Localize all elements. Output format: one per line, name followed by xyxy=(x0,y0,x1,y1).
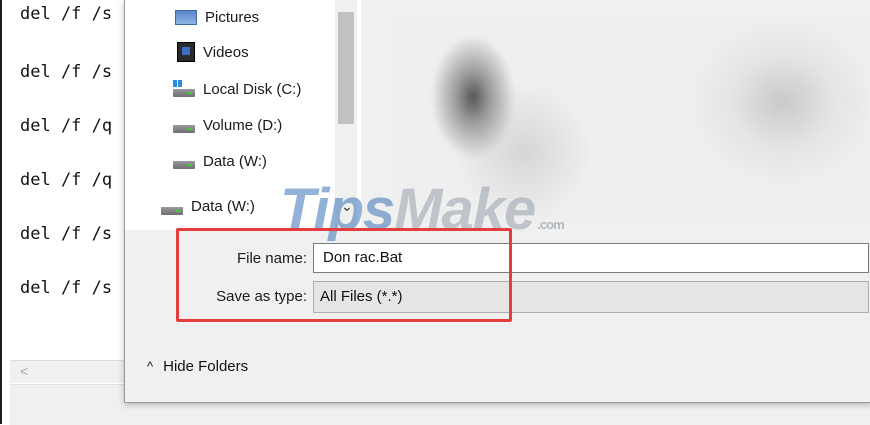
drive-icon xyxy=(161,206,183,215)
code-line[interactable]: del /f /q xyxy=(20,170,112,190)
code-line[interactable]: del /f /s xyxy=(20,62,112,82)
scroll-left-icon[interactable]: < xyxy=(20,363,28,379)
nav-item-volume-d[interactable]: Volume (D:) xyxy=(173,112,282,138)
videos-icon xyxy=(177,42,195,62)
code-line[interactable]: del /f /s xyxy=(20,4,112,24)
folder-dropdown-label: Data (W:) xyxy=(191,198,255,215)
nav-item-label: Videos xyxy=(203,43,249,61)
folder-dropdown[interactable]: Data (W:) ⌄ xyxy=(161,198,353,215)
scrollbar-thumb[interactable] xyxy=(338,12,354,124)
nav-item-label: Volume (D:) xyxy=(203,116,283,134)
chevron-up-icon: ^ xyxy=(147,359,154,374)
nav-item-label: Local Disk (C:) xyxy=(203,80,302,98)
local-disk-icon xyxy=(173,80,195,97)
nav-item-videos[interactable]: Videos xyxy=(177,39,249,65)
hide-folders-button[interactable]: ^ Hide Folders xyxy=(147,358,248,375)
nav-item-label: Data (W:) xyxy=(203,152,267,170)
horizontal-scrollbar[interactable]: < xyxy=(10,360,130,383)
drive-icon xyxy=(173,125,195,133)
nav-item-local-disk[interactable]: Local Disk (C:) xyxy=(173,76,301,102)
code-line[interactable]: del /f /s xyxy=(20,224,112,244)
pictures-icon xyxy=(175,9,197,25)
nav-item-pictures[interactable]: Pictures xyxy=(175,4,259,30)
watermark-domain: .com xyxy=(537,217,564,232)
red-highlight-box xyxy=(176,228,512,322)
drive-icon xyxy=(173,161,195,169)
nav-item-data-w[interactable]: Data (W:) xyxy=(173,148,267,174)
code-line[interactable]: del /f /s xyxy=(20,278,112,298)
nav-item-label: Pictures xyxy=(205,8,260,26)
code-line[interactable]: del /f /q xyxy=(20,116,112,136)
hide-folders-label: Hide Folders xyxy=(163,358,249,375)
